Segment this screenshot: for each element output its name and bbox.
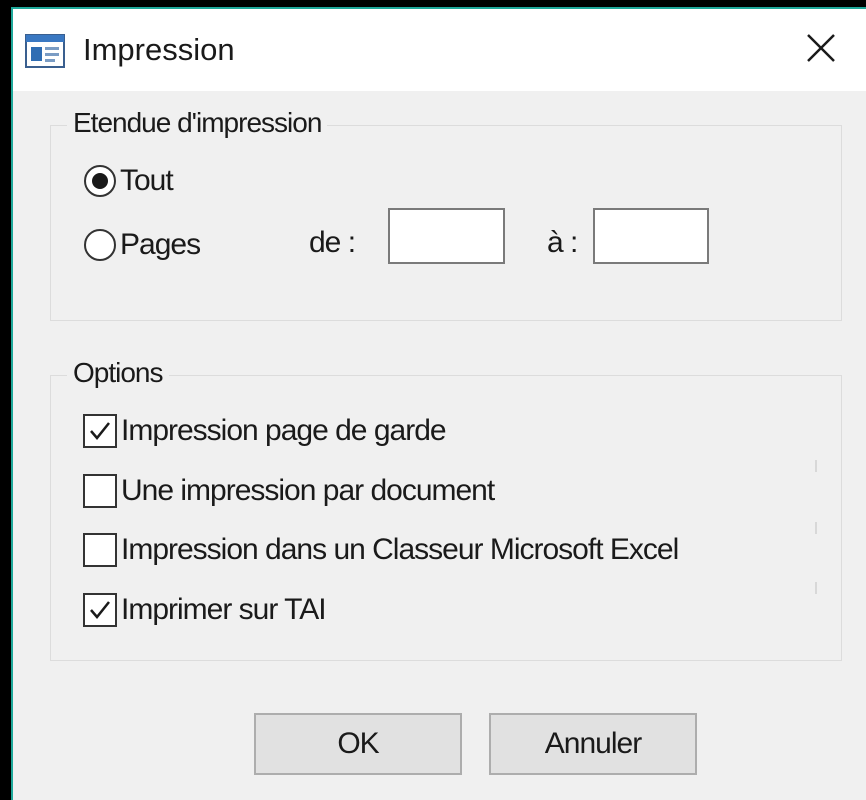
window-app-icon bbox=[25, 34, 65, 68]
option-excel-label: Impression dans un Classeur Microsoft Ex… bbox=[121, 533, 679, 566]
radio-pages[interactable] bbox=[84, 229, 116, 261]
screen-background: Impression Etendue d'impression Tout Pag… bbox=[0, 0, 866, 800]
radio-pages-row[interactable]: Pages bbox=[84, 227, 201, 263]
from-page-input[interactable] bbox=[388, 208, 505, 264]
print-range-legend: Etendue d'impression bbox=[67, 106, 328, 140]
close-button[interactable] bbox=[776, 9, 866, 91]
radio-all[interactable] bbox=[84, 165, 116, 197]
option-tai-checkbox[interactable] bbox=[83, 593, 117, 627]
option-excel-row[interactable]: Impression dans un Classeur Microsoft Ex… bbox=[83, 532, 679, 568]
group-edge-mark bbox=[815, 460, 817, 472]
radio-all-label: Tout bbox=[120, 164, 174, 197]
radio-pages-label: Pages bbox=[120, 228, 201, 261]
to-page-input[interactable] bbox=[593, 208, 709, 264]
options-legend: Options bbox=[67, 356, 169, 390]
option-cover-page-label: Impression page de garde bbox=[121, 414, 447, 447]
checkmark-icon bbox=[90, 422, 110, 440]
option-tai-row[interactable]: Imprimer sur TAI bbox=[83, 592, 327, 628]
option-cover-page-checkbox[interactable] bbox=[83, 414, 117, 448]
group-edge-mark bbox=[815, 582, 817, 594]
option-per-document-row[interactable]: Une impression par document bbox=[83, 473, 495, 509]
option-tai-label: Imprimer sur TAI bbox=[121, 593, 327, 626]
option-cover-page-row[interactable]: Impression page de garde bbox=[83, 413, 447, 449]
checkmark-icon bbox=[90, 601, 110, 619]
radio-all-row[interactable]: Tout bbox=[84, 163, 174, 199]
to-page-label: à : bbox=[547, 226, 578, 259]
option-per-document-label: Une impression par document bbox=[121, 474, 495, 507]
close-icon[interactable] bbox=[805, 32, 837, 69]
option-per-document-checkbox[interactable] bbox=[83, 474, 117, 508]
from-page-label: de : bbox=[309, 226, 356, 259]
print-dialog: Impression Etendue d'impression Tout Pag… bbox=[11, 7, 866, 800]
ok-button[interactable]: OK bbox=[254, 713, 462, 775]
title-bar: Impression bbox=[13, 9, 866, 91]
cancel-button[interactable]: Annuler bbox=[489, 713, 697, 775]
option-excel-checkbox[interactable] bbox=[83, 533, 117, 567]
window-title: Impression bbox=[83, 32, 235, 67]
group-edge-mark bbox=[815, 522, 817, 534]
